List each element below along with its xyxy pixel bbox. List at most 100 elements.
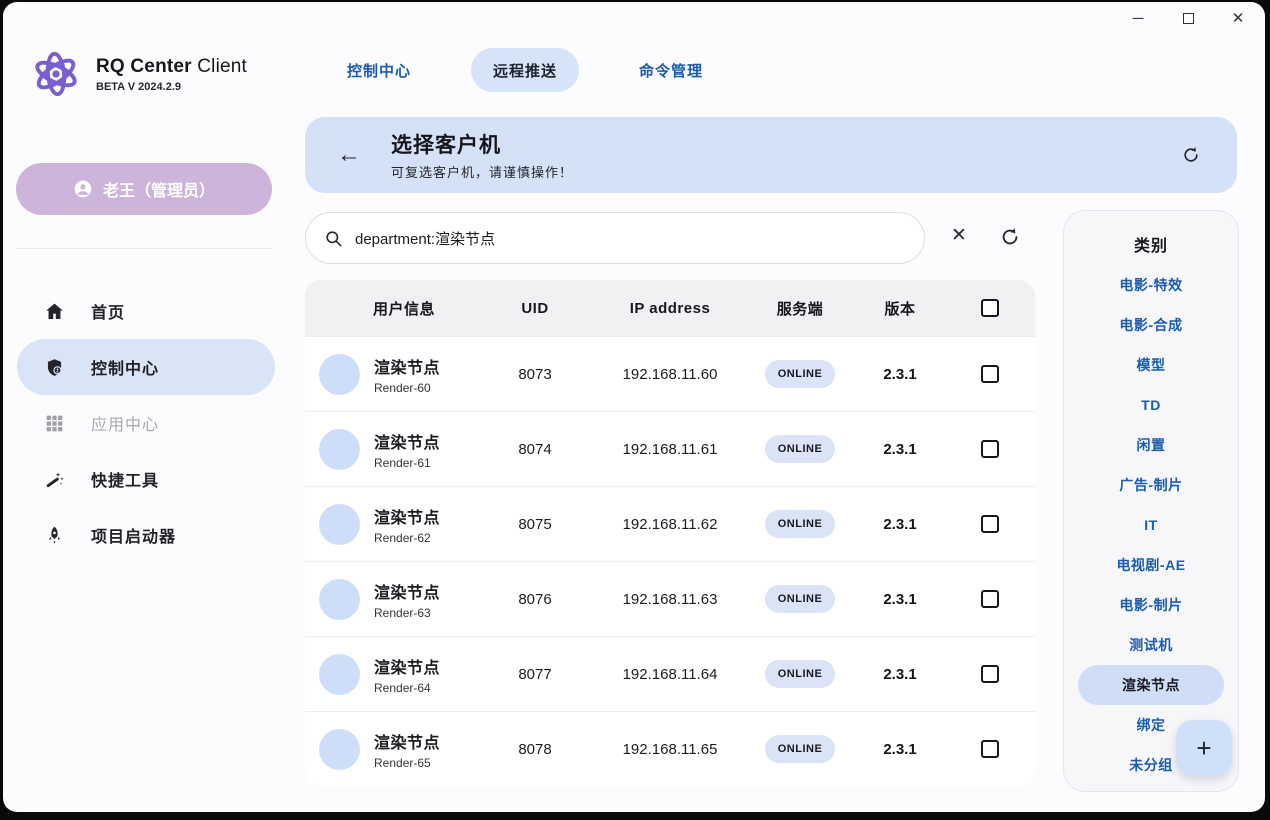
page-subtitle: 可复选客户机，请谨慎操作！ <box>391 162 573 181</box>
category-panel-title: 类别 <box>1134 229 1168 259</box>
ip-cell: 192.168.11.65 <box>595 741 745 758</box>
app-version: BETA V 2024.2.9 <box>96 81 247 93</box>
version-cell: 2.3.1 <box>855 666 945 683</box>
uid-cell: 8076 <box>475 591 595 608</box>
window-frame: ─ ✕ RQ Center Client BETA V 2024.2.9 <box>3 2 1265 812</box>
top-tabs: 控制中心 远程推送 命令管理 <box>325 48 725 92</box>
tab-remote-push[interactable]: 远程推送 <box>471 48 579 92</box>
category-item[interactable]: 模型 <box>1078 345 1224 385</box>
atom-logo-icon <box>30 48 82 100</box>
avatar <box>319 729 360 770</box>
category-item[interactable]: TD <box>1078 385 1224 425</box>
table-row[interactable]: 渲染节点 Render-64 8077 192.168.11.64 ONLINE… <box>305 636 1035 711</box>
uid-cell: 8078 <box>475 741 595 758</box>
sidebar-nav: 首页 控制中心 <box>3 283 289 563</box>
sidebar-divider <box>16 248 272 249</box>
tab-control-center[interactable]: 控制中心 <box>325 48 433 92</box>
uid-cell: 8073 <box>475 366 595 383</box>
shield-icon <box>43 356 65 378</box>
client-hostname: Render-61 <box>374 456 440 470</box>
sidebar-item-label: 快捷工具 <box>91 467 159 491</box>
user-info-cell: 渲染节点 Render-65 <box>305 729 475 770</box>
client-hostname: Render-65 <box>374 756 440 770</box>
status-badge: ONLINE <box>765 585 836 613</box>
sidebar-item-quick-tools[interactable]: 快捷工具 <box>17 451 275 507</box>
ip-cell: 192.168.11.61 <box>595 441 745 458</box>
uid-cell: 8074 <box>475 441 595 458</box>
row-checkbox[interactable] <box>981 740 999 758</box>
category-item[interactable]: 电影-特效 <box>1078 265 1224 305</box>
table-row[interactable]: 渲染节点 Render-60 8073 192.168.11.60 ONLINE… <box>305 336 1035 411</box>
sidebar: RQ Center Client BETA V 2024.2.9 老王（管理员） <box>3 2 289 812</box>
row-checkbox[interactable] <box>981 440 999 458</box>
search-refresh-button[interactable] <box>999 226 1021 253</box>
category-item[interactable]: 电影-合成 <box>1078 305 1224 345</box>
avatar <box>319 354 360 395</box>
category-item[interactable]: 测试机 <box>1078 625 1224 665</box>
category-item[interactable]: 闲置 <box>1078 425 1224 465</box>
sidebar-item-label: 应用中心 <box>91 411 159 435</box>
status-badge: ONLINE <box>765 435 836 463</box>
row-checkbox[interactable] <box>981 665 999 683</box>
uid-cell: 8077 <box>475 666 595 683</box>
home-icon <box>43 300 65 322</box>
table-row[interactable]: 渲染节点 Render-61 8074 192.168.11.61 ONLINE… <box>305 411 1035 486</box>
header-panel: ← 选择客户机 可复选客户机，请谨慎操作！ <box>305 117 1237 193</box>
sidebar-item-control-center[interactable]: 控制中心 <box>17 339 275 395</box>
user-badge[interactable]: 老王（管理员） <box>16 163 272 215</box>
ip-cell: 192.168.11.64 <box>595 666 745 683</box>
table-row[interactable]: 渲染节点 Render-65 8078 192.168.11.65 ONLINE… <box>305 711 1035 786</box>
maximize-icon <box>1183 13 1194 24</box>
row-checkbox[interactable] <box>981 365 999 383</box>
refresh-icon <box>999 226 1021 248</box>
category-item[interactable]: 电影-制片 <box>1078 585 1224 625</box>
header-text: 选择客户机 可复选客户机，请谨慎操作！ <box>391 129 573 181</box>
status-badge: ONLINE <box>765 735 836 763</box>
user-info-cell: 渲染节点 Render-64 <box>305 654 475 695</box>
sidebar-item-project-launcher[interactable]: 项目启动器 <box>17 507 275 563</box>
row-checkbox[interactable] <box>981 590 999 608</box>
add-category-button[interactable]: + <box>1176 720 1232 776</box>
row-checkbox[interactable] <box>981 515 999 533</box>
version-cell: 2.3.1 <box>855 591 945 608</box>
column-header: IP address <box>595 300 745 317</box>
category-item[interactable]: 电视剧-AE <box>1078 545 1224 585</box>
minimize-button[interactable]: ─ <box>1129 9 1147 27</box>
titlebar: ─ ✕ <box>1129 2 1265 34</box>
version-cell: 2.3.1 <box>855 516 945 533</box>
user-info-cell: 渲染节点 Render-62 <box>305 504 475 545</box>
header-refresh-button[interactable] <box>1181 145 1201 165</box>
client-hostname: Render-60 <box>374 381 440 395</box>
tab-command-management[interactable]: 命令管理 <box>617 48 725 92</box>
category-item[interactable]: IT <box>1078 505 1224 545</box>
search-input[interactable] <box>355 230 906 247</box>
client-name: 渲染节点 <box>374 729 440 753</box>
search-clear-button[interactable]: ✕ <box>951 224 967 247</box>
back-button[interactable]: ← <box>337 141 361 169</box>
maximize-button[interactable] <box>1179 9 1197 27</box>
column-header: 版本 <box>855 298 945 319</box>
client-name: 渲染节点 <box>374 504 440 528</box>
select-all-checkbox[interactable] <box>981 299 999 317</box>
version-cell: 2.3.1 <box>855 366 945 383</box>
sidebar-item-app-center[interactable]: 应用中心 <box>17 395 275 451</box>
table-header-row: 用户信息 UID IP address 服务端 版本 <box>305 280 1035 336</box>
table-row[interactable]: 渲染节点 Render-62 8075 192.168.11.62 ONLINE… <box>305 486 1035 561</box>
brand: RQ Center Client BETA V 2024.2.9 <box>30 48 247 100</box>
category-item[interactable]: 广告-制片 <box>1078 465 1224 505</box>
close-button[interactable]: ✕ <box>1229 9 1247 27</box>
app-title: RQ Center Client <box>96 56 247 78</box>
avatar <box>319 654 360 695</box>
page-title: 选择客户机 <box>391 129 573 159</box>
client-name: 渲染节点 <box>374 654 440 678</box>
category-item[interactable]: 渲染节点 <box>1078 665 1224 705</box>
table-row[interactable]: 渲染节点 Render-63 8076 192.168.11.63 ONLINE… <box>305 561 1035 636</box>
sidebar-item-home[interactable]: 首页 <box>17 283 275 339</box>
grid-icon <box>43 412 65 434</box>
status-badge: ONLINE <box>765 360 836 388</box>
magic-wand-icon <box>43 468 65 490</box>
column-header: UID <box>475 300 595 317</box>
search-bar[interactable] <box>305 212 925 264</box>
avatar <box>319 504 360 545</box>
client-hostname: Render-64 <box>374 681 440 695</box>
